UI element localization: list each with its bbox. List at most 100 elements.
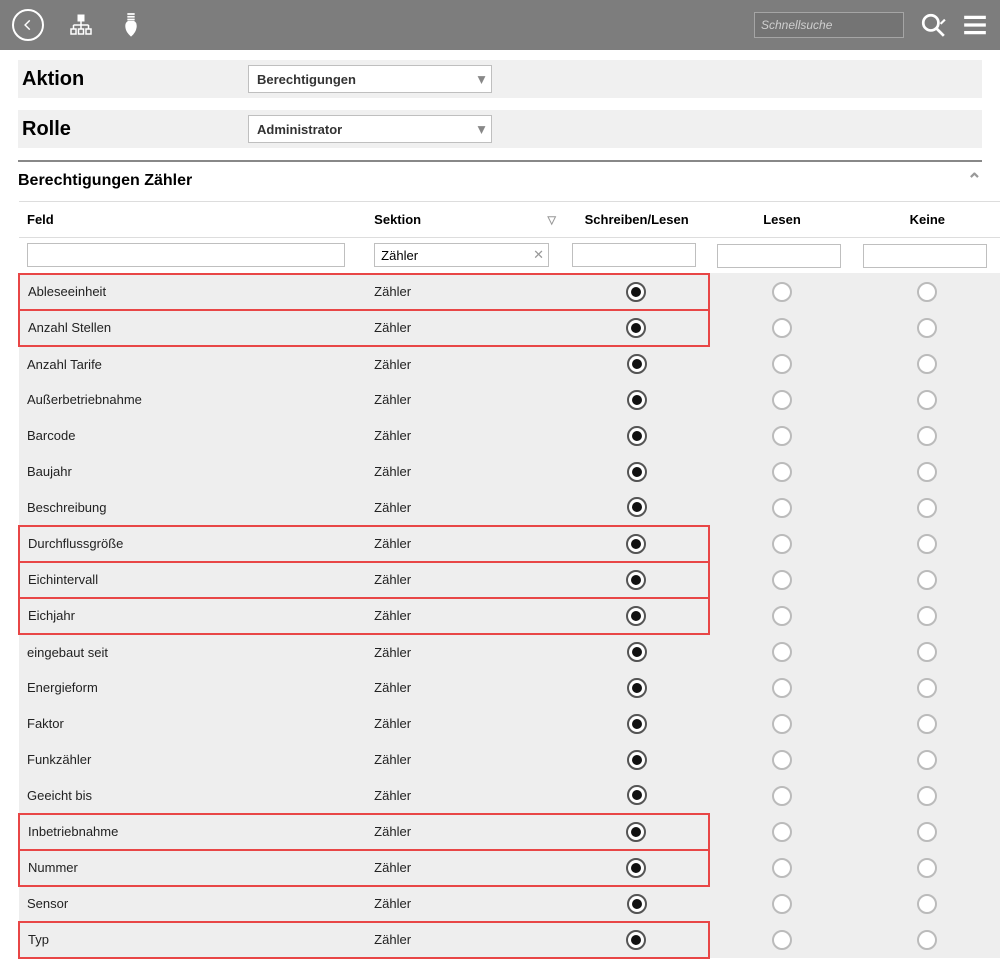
radio-schreiben-lesen[interactable] xyxy=(626,606,646,626)
radio-keine[interactable] xyxy=(917,426,937,446)
radio-lesen[interactable] xyxy=(772,714,792,734)
radio-keine[interactable] xyxy=(917,750,937,770)
radio-keine[interactable] xyxy=(917,498,937,518)
cell-sektion: Zähler xyxy=(366,418,564,454)
radio-schreiben-lesen[interactable] xyxy=(626,534,646,554)
radio-schreiben-lesen[interactable] xyxy=(627,714,647,734)
radio-keine[interactable] xyxy=(917,822,937,842)
radio-lesen[interactable] xyxy=(772,750,792,770)
radio-lesen[interactable] xyxy=(772,498,792,518)
radio-schreiben-lesen[interactable] xyxy=(627,785,647,805)
table-row[interactable]: EichintervallZähler xyxy=(19,562,1000,598)
radio-keine[interactable] xyxy=(917,714,937,734)
radio-keine[interactable] xyxy=(917,930,937,950)
back-button[interactable] xyxy=(12,9,44,41)
radio-schreiben-lesen[interactable] xyxy=(626,318,646,338)
cell-lesen xyxy=(709,706,854,742)
menu-icon[interactable] xyxy=(962,12,988,38)
quicksearch-input[interactable] xyxy=(761,18,918,32)
table-row[interactable]: FaktorZähler xyxy=(19,706,1000,742)
radio-keine[interactable] xyxy=(917,390,937,410)
radio-lesen[interactable] xyxy=(772,354,792,374)
radio-schreiben-lesen[interactable] xyxy=(627,390,647,410)
cell-keine xyxy=(855,490,1000,526)
radio-lesen[interactable] xyxy=(772,606,792,626)
table-row[interactable]: NummerZähler xyxy=(19,850,1000,886)
radio-schreiben-lesen[interactable] xyxy=(626,858,646,878)
table-row[interactable]: DurchflussgrößeZähler xyxy=(19,526,1000,562)
radio-keine[interactable] xyxy=(917,318,937,338)
radio-keine[interactable] xyxy=(917,894,937,914)
table-row[interactable]: eingebaut seitZähler xyxy=(19,634,1000,670)
radio-lesen[interactable] xyxy=(772,426,792,446)
table-row[interactable]: BaujahrZähler xyxy=(19,454,1000,490)
radio-schreiben-lesen[interactable] xyxy=(627,894,647,914)
table-row[interactable]: AbleseeinheitZähler xyxy=(19,274,1000,310)
table-row[interactable]: Geeicht bisZähler xyxy=(19,778,1000,814)
find-icon[interactable] xyxy=(920,12,946,38)
table-row[interactable]: EnergieformZähler xyxy=(19,670,1000,706)
radio-lesen[interactable] xyxy=(772,534,792,554)
table-row[interactable]: EichjahrZähler xyxy=(19,598,1000,634)
filter-none-input[interactable] xyxy=(863,244,987,268)
radio-schreiben-lesen[interactable] xyxy=(626,930,646,950)
header-keine[interactable]: Keine xyxy=(855,202,1000,238)
radio-keine[interactable] xyxy=(917,570,937,590)
radio-keine[interactable] xyxy=(917,606,937,626)
header-schreiben-lesen[interactable]: Schreiben/Lesen xyxy=(564,202,709,238)
radio-keine[interactable] xyxy=(917,642,937,662)
header-feld[interactable]: Feld xyxy=(19,202,366,238)
collapse-icon[interactable]: ⌃ xyxy=(967,170,982,191)
radio-lesen[interactable] xyxy=(772,570,792,590)
radio-keine[interactable] xyxy=(917,786,937,806)
bulb-icon[interactable] xyxy=(118,12,144,38)
table-row[interactable]: Anzahl StellenZähler xyxy=(19,310,1000,346)
filter-rw-input[interactable] xyxy=(572,243,696,267)
filter-feld-input[interactable] xyxy=(27,243,345,267)
radio-schreiben-lesen[interactable] xyxy=(626,282,646,302)
radio-lesen[interactable] xyxy=(772,822,792,842)
rolle-select[interactable]: Administrator ▾ xyxy=(248,115,492,143)
table-row[interactable]: BarcodeZähler xyxy=(19,418,1000,454)
table-row[interactable]: FunkzählerZähler xyxy=(19,742,1000,778)
clear-filter-icon[interactable]: ✕ xyxy=(533,247,544,263)
radio-lesen[interactable] xyxy=(772,390,792,410)
table-row[interactable]: SensorZähler xyxy=(19,886,1000,922)
radio-lesen[interactable] xyxy=(772,642,792,662)
table-row[interactable]: InbetriebnahmeZähler xyxy=(19,814,1000,850)
filter-sektion-input[interactable] xyxy=(374,243,549,267)
radio-lesen[interactable] xyxy=(772,318,792,338)
radio-schreiben-lesen[interactable] xyxy=(627,678,647,698)
radio-schreiben-lesen[interactable] xyxy=(626,570,646,590)
radio-lesen[interactable] xyxy=(772,462,792,482)
radio-schreiben-lesen[interactable] xyxy=(627,354,647,374)
aktion-select[interactable]: Berechtigungen ▾ xyxy=(248,65,492,93)
radio-schreiben-lesen[interactable] xyxy=(627,462,647,482)
header-lesen[interactable]: Lesen xyxy=(709,202,854,238)
radio-keine[interactable] xyxy=(917,858,937,878)
radio-keine[interactable] xyxy=(917,354,937,374)
radio-keine[interactable] xyxy=(917,282,937,302)
radio-lesen[interactable] xyxy=(772,678,792,698)
radio-schreiben-lesen[interactable] xyxy=(627,497,647,517)
table-row[interactable]: AußerbetriebnahmeZähler xyxy=(19,382,1000,418)
radio-schreiben-lesen[interactable] xyxy=(627,750,647,770)
radio-lesen[interactable] xyxy=(772,930,792,950)
quicksearch[interactable] xyxy=(754,12,904,38)
radio-keine[interactable] xyxy=(917,462,937,482)
network-icon[interactable] xyxy=(68,12,94,38)
radio-lesen[interactable] xyxy=(772,786,792,806)
radio-schreiben-lesen[interactable] xyxy=(627,642,647,662)
filter-r-input[interactable] xyxy=(717,244,841,268)
radio-keine[interactable] xyxy=(917,534,937,554)
table-row[interactable]: Anzahl TarifeZähler xyxy=(19,346,1000,382)
table-row[interactable]: TypZähler xyxy=(19,922,1000,958)
radio-keine[interactable] xyxy=(917,678,937,698)
radio-schreiben-lesen[interactable] xyxy=(627,426,647,446)
radio-lesen[interactable] xyxy=(772,894,792,914)
radio-schreiben-lesen[interactable] xyxy=(626,822,646,842)
table-row[interactable]: BeschreibungZähler xyxy=(19,490,1000,526)
radio-lesen[interactable] xyxy=(772,282,792,302)
header-sektion[interactable]: Sektion ▽ xyxy=(366,202,564,238)
radio-lesen[interactable] xyxy=(772,858,792,878)
